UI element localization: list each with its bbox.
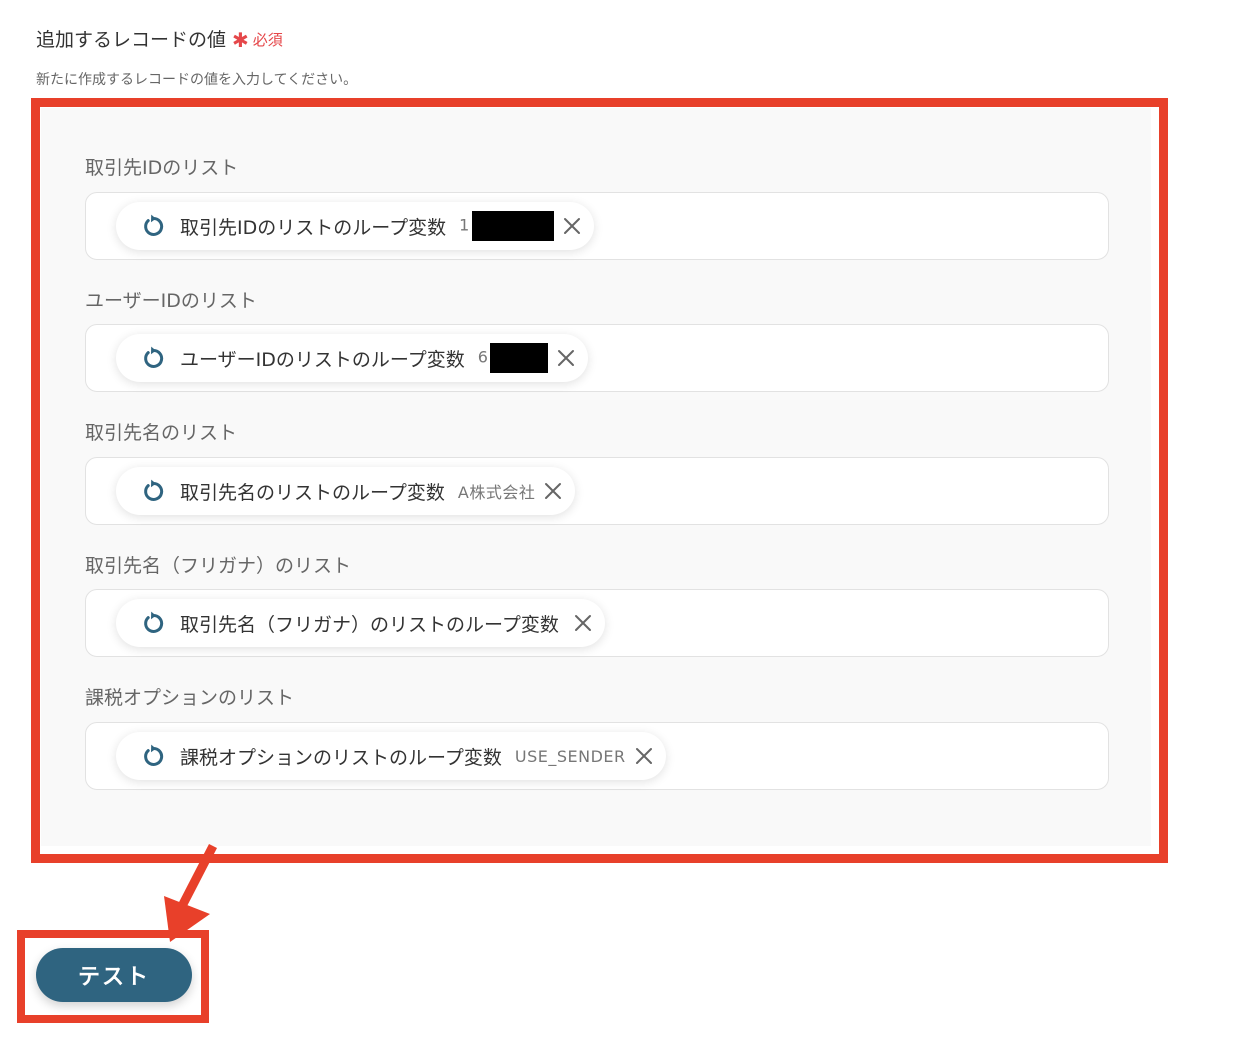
field-label-user-id-list: ユーザーIDのリスト (85, 290, 257, 312)
variable-chip[interactable]: 取引先名のリストのループ変数 A株式会社 (116, 467, 576, 515)
close-icon[interactable] (573, 613, 593, 633)
field-input-tax-option-list[interactable]: 課税オプションのリストのループ変数 USE_SENDER (85, 722, 1109, 790)
chip-label: 課税オプションのリストのループ変数 (180, 746, 502, 769)
loop-refresh-icon (140, 478, 166, 504)
chip-value: USE_SENDER (514, 746, 626, 766)
field-input-customer-kana-list[interactable]: 取引先名（フリガナ）のリストのループ変数 (85, 589, 1109, 657)
chip-value-text: 1 (459, 215, 470, 235)
loop-refresh-icon (140, 213, 166, 239)
chip-label: 取引先IDのリストのループ変数 (180, 216, 447, 239)
close-icon[interactable] (543, 481, 563, 501)
redacted-block (490, 343, 549, 373)
chip-value: 1 (459, 211, 554, 241)
field-input-customer-id-list[interactable]: 取引先IDのリストのループ変数 1 (85, 192, 1109, 260)
close-icon[interactable] (562, 216, 582, 236)
close-icon[interactable] (634, 746, 654, 766)
required-label: 必須 (252, 31, 283, 49)
variable-chip[interactable]: ユーザーIDのリストのループ変数 6 (116, 334, 589, 382)
field-label-customer-kana-list: 取引先名（フリガナ）のリスト (85, 555, 352, 577)
variable-chip[interactable]: 課税オプションのリストのループ変数 USE_SENDER (116, 732, 666, 780)
redacted-block (471, 211, 554, 241)
required-asterisk: ✱ (232, 28, 249, 52)
annotation-arrow-icon (164, 843, 217, 942)
record-values-page: 追加するレコードの値 ✱ 必須 新たに作成するレコードの値を入力してください。 … (0, 0, 1234, 1047)
chip-label: 取引先名（フリガナ）のリストのループ変数 (180, 613, 559, 636)
section-title-text: 追加するレコードの値 (36, 29, 227, 51)
field-label-tax-option-list: 課税オプションのリスト (85, 687, 295, 709)
chip-value-text: 6 (477, 347, 489, 367)
test-button[interactable]: テスト (36, 948, 192, 1002)
close-icon[interactable] (556, 348, 576, 368)
variable-chip[interactable]: 取引先IDのリストのループ変数 1 (116, 202, 594, 250)
section-description: 新たに作成するレコードの値を入力してください。 (36, 72, 358, 88)
chip-value: 6 (478, 343, 549, 373)
loop-refresh-icon (140, 610, 166, 636)
field-label-customer-id-list: 取引先IDのリスト (85, 157, 239, 179)
field-input-user-id-list[interactable]: ユーザーIDのリストのループ変数 6 (85, 324, 1109, 392)
variable-chip[interactable]: 取引先名（フリガナ）のリストのループ変数 (116, 599, 605, 647)
loop-refresh-icon (140, 743, 166, 769)
section-title: 追加するレコードの値 ✱ 必須 (36, 26, 283, 54)
field-input-customer-name-list[interactable]: 取引先名のリストのループ変数 A株式会社 (85, 457, 1109, 525)
chip-label: 取引先名のリストのループ変数 (180, 481, 445, 504)
field-label-customer-name-list: 取引先名のリスト (85, 422, 238, 444)
loop-refresh-icon (140, 345, 166, 371)
chip-value: A株式会社 (457, 483, 536, 502)
chip-label: ユーザーIDのリストのループ変数 (180, 348, 465, 371)
